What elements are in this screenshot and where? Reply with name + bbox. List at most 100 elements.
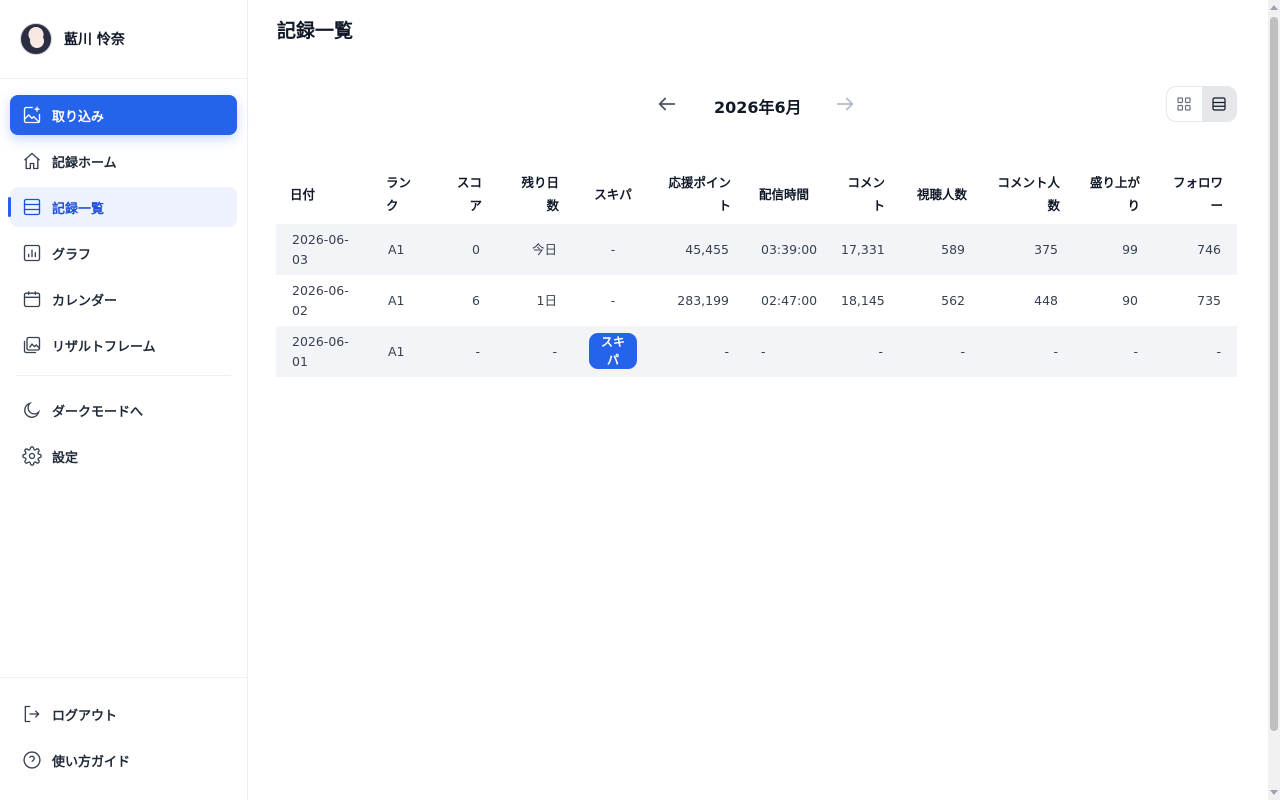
sidebar-item-label: 記録一覧	[52, 201, 105, 217]
bottom-nav: ログアウト 使い方ガイド	[10, 694, 237, 786]
import-label: 取り込み	[52, 109, 105, 125]
cell-score: 6	[472, 292, 480, 308]
cell-comments: -	[825, 326, 899, 377]
records-table: 日付 ランク スコア 残り日数 スキパ 応援ポイント 配信時間 コメント 視聴人…	[276, 168, 1237, 377]
cell-rank: A1	[388, 292, 405, 308]
cell-stream-time: 03:39:00	[745, 224, 825, 275]
guide-button[interactable]: 使い方ガイド	[10, 740, 237, 780]
list-icon	[22, 197, 42, 217]
cell-date: 2026-06-02	[292, 282, 349, 318]
col-header-stream-time[interactable]: 配信時間	[745, 168, 825, 224]
avatar	[20, 23, 52, 55]
grid-view-icon	[1177, 97, 1191, 111]
table-row[interactable]: 2026-06-03 A1 0 今日 - 45,455 03:39:00 17,…	[276, 224, 1237, 275]
col-header-score[interactable]: スコア	[434, 168, 496, 224]
cell-viewers: -	[899, 326, 981, 377]
skip-badge: スキパ	[589, 333, 637, 369]
cell-skip: -	[610, 292, 616, 308]
sidebar-item-settings[interactable]: 設定	[10, 436, 237, 476]
col-header-date[interactable]: 日付	[276, 168, 372, 224]
list-view-icon	[1212, 97, 1226, 111]
cell-comments: 18,145	[841, 292, 885, 308]
cell-stream-time: 02:47:00	[761, 292, 818, 308]
col-header-days-left[interactable]: 残り日数	[496, 168, 573, 224]
view-toggle	[1166, 86, 1237, 122]
col-header-commenters[interactable]: コメント人数	[981, 168, 1074, 224]
cell-days-left: 1日	[536, 292, 557, 308]
arrow-right-icon	[836, 97, 854, 111]
vertical-scrollbar[interactable]	[1268, 0, 1280, 800]
sidebar-item-label: リザルトフレーム	[52, 339, 156, 355]
cell-stream-time: -	[745, 326, 825, 377]
cell-excitement: 99	[1074, 224, 1154, 275]
sidebar: 藍川 怜奈 取り込み 記録ホーム 記録一覧 グラフ カレンダー リザルトフレーム…	[0, 0, 248, 800]
cell-followers: -	[1154, 326, 1237, 377]
table-header-row: 日付 ランク スコア 残り日数 スキパ 応援ポイント 配信時間 コメント 視聴人…	[276, 168, 1237, 224]
sidebar-item-list[interactable]: 記録一覧	[8, 187, 237, 227]
scroll-up-arrow[interactable]	[1270, 5, 1278, 10]
cell-days-left: -	[496, 326, 573, 377]
sidebar-item-label: グラフ	[52, 247, 92, 263]
dark-mode-toggle[interactable]: ダークモードへ	[10, 390, 237, 430]
cell-score: -	[434, 326, 496, 377]
home-icon	[22, 151, 42, 171]
import-button[interactable]: 取り込み	[10, 95, 237, 135]
arrow-left-icon	[658, 97, 676, 111]
list-view-button[interactable]	[1201, 87, 1236, 121]
table-row[interactable]: 2026-06-02 A1 6 1日 - 283,199 02:47:00 18…	[276, 275, 1237, 326]
image-plus-icon	[22, 105, 42, 125]
col-header-skip[interactable]: スキパ	[573, 168, 653, 224]
help-circle-icon	[22, 750, 42, 770]
sidebar-item-calendar[interactable]: カレンダー	[10, 279, 237, 319]
table-row[interactable]: 2026-06-01 A1 - - スキパ - - - - - - -	[276, 326, 1237, 377]
cell-date: 2026-06-01	[276, 326, 372, 377]
cell-commenters: 448	[1034, 292, 1058, 308]
main-content: 記録一覧 2026年6月 日付 ランク スコア 残り日数 スキパ 応援ポイント …	[248, 0, 1268, 800]
cell-skip: -	[573, 224, 653, 275]
scroll-down-arrow[interactable]	[1270, 790, 1278, 795]
gear-icon	[22, 446, 42, 466]
records-table-wrapper: 日付 ランク スコア 残り日数 スキパ 応援ポイント 配信時間 コメント 視聴人…	[276, 168, 1237, 377]
sidebar-item-graph[interactable]: グラフ	[10, 233, 237, 273]
col-header-rank[interactable]: ランク	[372, 168, 434, 224]
col-header-support-points[interactable]: 応援ポイント	[653, 168, 745, 224]
cell-support-points: 45,455	[653, 224, 745, 275]
col-header-excitement[interactable]: 盛り上がり	[1074, 168, 1154, 224]
moon-icon	[22, 400, 42, 420]
cell-excitement: -	[1074, 326, 1154, 377]
sidebar-item-label: カレンダー	[52, 293, 118, 309]
month-label: 2026年6月	[714, 98, 802, 117]
cell-rank: A1	[372, 326, 434, 377]
prev-month-button[interactable]	[655, 92, 679, 116]
grid-view-button[interactable]	[1167, 87, 1202, 121]
sidebar-item-home[interactable]: 記録ホーム	[10, 141, 237, 181]
cell-viewers: 589	[899, 224, 981, 275]
cell-followers: 735	[1197, 292, 1221, 308]
cell-support-points: 283,199	[677, 292, 729, 308]
main-nav: 取り込み 記録ホーム 記録一覧 グラフ カレンダー リザルトフレーム ダークモー…	[0, 79, 247, 476]
image-gallery-icon	[22, 335, 42, 355]
sidebar-item-label: ログアウト	[52, 708, 118, 724]
col-header-comments[interactable]: コメント	[825, 168, 899, 224]
logout-button[interactable]: ログアウト	[10, 694, 237, 734]
cell-score: 0	[434, 224, 496, 275]
sidebar-item-label: 使い方ガイド	[52, 754, 131, 770]
bar-chart-icon	[22, 243, 42, 263]
cell-commenters: 375	[981, 224, 1074, 275]
scroll-thumb[interactable]	[1270, 17, 1278, 731]
sidebar-item-result-frame[interactable]: リザルトフレーム	[10, 325, 237, 365]
profile-name: 藍川 怜奈	[64, 32, 125, 48]
logout-icon	[22, 704, 42, 724]
cell-skip: スキパ	[573, 326, 653, 377]
col-header-viewers[interactable]: 視聴人数	[899, 168, 981, 224]
col-header-followers[interactable]: フォロワー	[1154, 168, 1237, 224]
cell-excitement: 90	[1122, 292, 1138, 308]
nav-divider	[16, 375, 231, 376]
page-title: 記録一覧	[277, 20, 354, 42]
profile[interactable]: 藍川 怜奈	[0, 0, 247, 79]
next-month-button[interactable]	[833, 92, 857, 116]
cell-viewers: 562	[941, 292, 965, 308]
cell-rank: A1	[372, 224, 434, 275]
cell-support-points: -	[653, 326, 745, 377]
cell-comments: 17,331	[825, 224, 899, 275]
